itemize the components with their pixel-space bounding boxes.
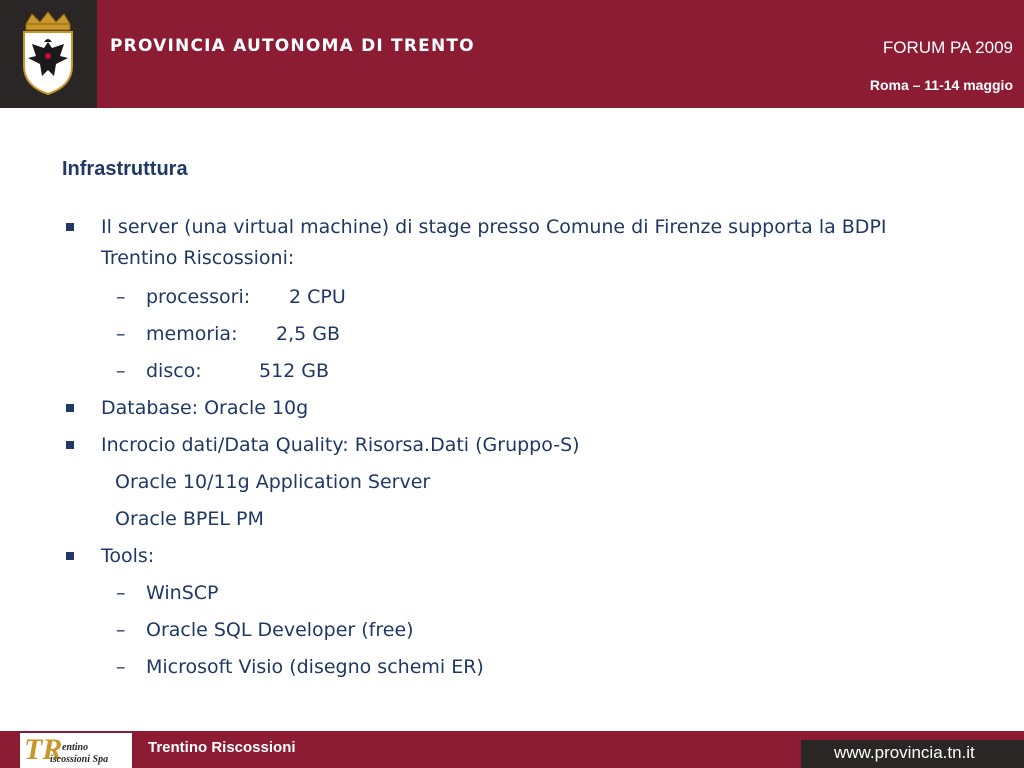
logo-text-line-2: iscossioni Spa	[50, 754, 109, 765]
tools-item: Tools:	[101, 545, 155, 567]
cpu-value: 2 CPU	[289, 286, 346, 308]
dash-icon: –	[116, 360, 126, 382]
logo-text-line-1: entino	[62, 742, 89, 753]
bpel-item: Oracle BPEL PM	[115, 508, 264, 530]
bullet-square-icon	[66, 404, 74, 412]
disk-value: 512 GB	[259, 360, 330, 382]
bullet-square-icon	[66, 552, 74, 560]
dash-icon: –	[116, 656, 126, 678]
dash-icon: –	[116, 323, 126, 345]
memory-label: memoria:	[146, 323, 238, 345]
event-title: FORUM PA 2009	[882, 38, 1013, 57]
memory-value: 2,5 GB	[276, 323, 341, 345]
organization-name: PROVINCIA AUTONOMA DI TRENTO	[110, 36, 475, 56]
tool-sql-developer: Oracle SQL Developer (free)	[146, 619, 414, 641]
dash-icon: –	[116, 582, 126, 604]
crest-icon	[23, 11, 73, 96]
footer-company-name: Trentino Riscossioni	[148, 739, 296, 756]
server-line-2: Trentino Riscossioni:	[101, 247, 295, 269]
crest-container	[0, 0, 97, 108]
footer-url-link[interactable]: www.provincia.tn.it	[834, 743, 975, 763]
cpu-label: processori:	[146, 286, 251, 308]
tool-visio: Microsoft Visio (disegno schemi ER)	[146, 656, 484, 678]
dash-icon: –	[116, 619, 126, 641]
dash-icon: –	[116, 286, 126, 308]
bullet-square-icon	[66, 223, 74, 231]
bullet-square-icon	[66, 441, 74, 449]
incrocio-item: Incrocio dati/Data Quality: Risorsa.Dati…	[101, 434, 580, 456]
company-logo: TR entino iscossioni Spa	[20, 733, 132, 768]
event-date: Roma – 11-14 maggio	[869, 77, 1013, 93]
slide-title: Infrastruttura	[62, 158, 188, 180]
app-server-item: Oracle 10/11g Application Server	[115, 471, 431, 493]
database-item: Database: Oracle 10g	[101, 397, 309, 419]
disk-label: disco:	[146, 360, 202, 382]
server-line-1: Il server (una virtual machine) di stage…	[101, 216, 887, 238]
tool-winscp: WinSCP	[146, 582, 219, 604]
